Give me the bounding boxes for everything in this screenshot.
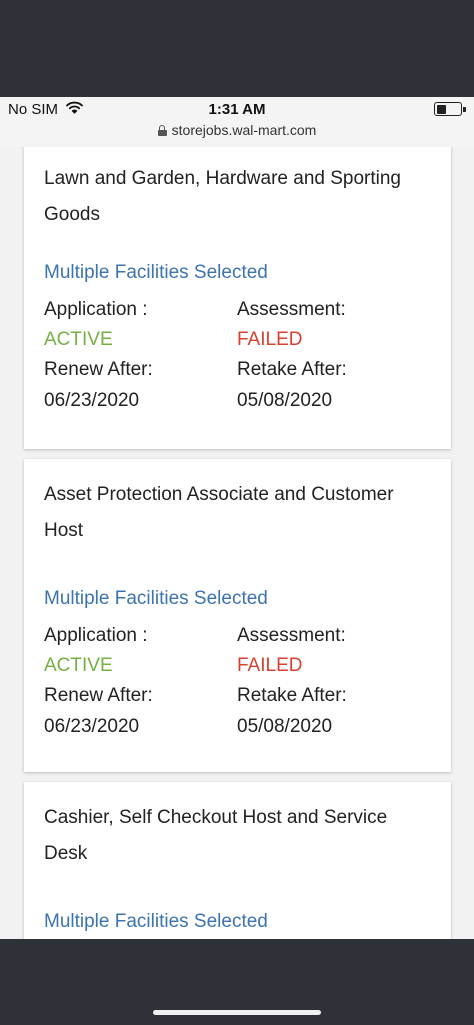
- retake-label: Retake After:: [237, 685, 347, 706]
- assessment-status: FAILED: [237, 655, 303, 676]
- job-card[interactable]: Cashier, Self Checkout Host and Service …: [24, 782, 451, 939]
- job-list: Lawn and Garden, Hardware and Sporting G…: [0, 147, 474, 939]
- facilities-link[interactable]: Multiple Facilities Selected: [44, 911, 268, 933]
- renew-label: Renew After:: [44, 685, 153, 706]
- retake-label: Retake After:: [237, 359, 347, 380]
- application-label: Application :: [44, 625, 148, 646]
- renew-date: 06/23/2020: [44, 390, 140, 411]
- battery-icon: [434, 102, 466, 116]
- facilities-link[interactable]: Multiple Facilities Selected: [44, 588, 268, 610]
- home-indicator[interactable]: [153, 1010, 321, 1015]
- retake-date: 05/08/2020: [237, 390, 333, 411]
- renew-label: Renew After:: [44, 359, 153, 380]
- application-status: ACTIVE: [44, 329, 113, 350]
- status-bar: No SIM 1:31 AM storejobs.wal-mart.com: [0, 97, 474, 147]
- job-title: Asset Protection Associate and Customer …: [44, 484, 394, 541]
- assessment-label: Assessment:: [237, 299, 346, 320]
- application-label: Application :: [44, 299, 148, 320]
- job-card[interactable]: Asset Protection Associate and Customer …: [24, 459, 451, 772]
- job-title: Cashier, Self Checkout Host and Service …: [44, 807, 388, 864]
- renew-date: 06/23/2020: [44, 716, 140, 737]
- lock-icon: [157, 124, 167, 136]
- job-title: Lawn and Garden, Hardware and Sporting G…: [44, 168, 402, 225]
- assessment-status: FAILED: [237, 329, 303, 350]
- retake-date: 05/08/2020: [237, 716, 333, 737]
- top-bezel: [0, 0, 474, 97]
- application-status: ACTIVE: [44, 655, 113, 676]
- assessment-label: Assessment:: [237, 625, 346, 646]
- clock: 1:31 AM: [208, 101, 266, 118]
- job-card[interactable]: Lawn and Garden, Hardware and Sporting G…: [24, 147, 451, 449]
- facilities-link[interactable]: Multiple Facilities Selected: [44, 262, 268, 284]
- url-text[interactable]: storejobs.wal-mart.com: [172, 122, 317, 138]
- address-bar[interactable]: storejobs.wal-mart.com: [0, 122, 474, 138]
